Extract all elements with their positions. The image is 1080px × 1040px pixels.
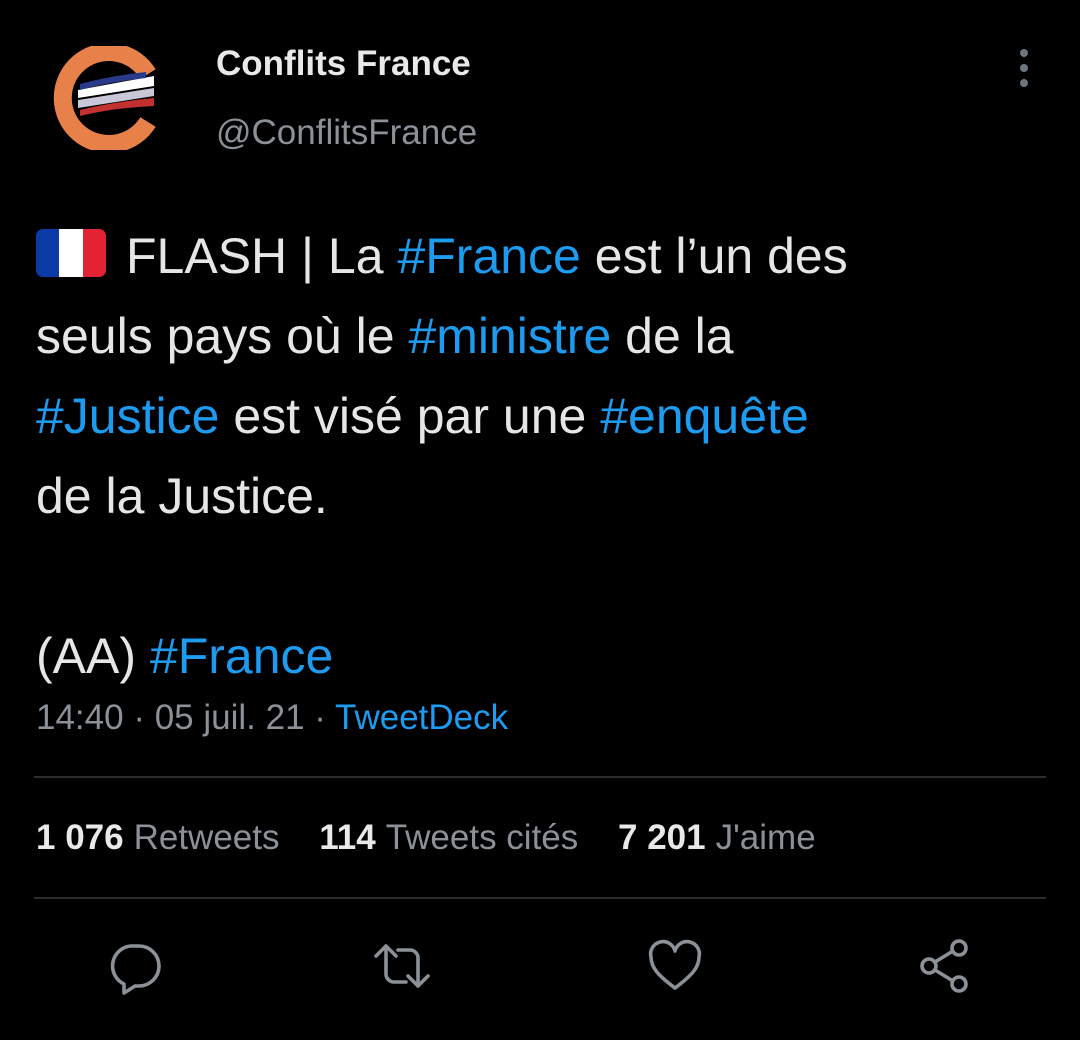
reply-button[interactable] <box>105 936 165 996</box>
retweets-count: 1 076 <box>36 818 124 857</box>
divider <box>34 776 1046 778</box>
tweet-text-segment: seuls pays où le <box>36 308 409 364</box>
divider <box>34 897 1046 899</box>
like-icon <box>648 939 702 990</box>
retweets-stat[interactable]: 1 076 Retweets <box>36 818 280 858</box>
hashtag-link[interactable]: #France <box>150 628 333 684</box>
tweet-line: (AA) #France <box>36 616 1046 696</box>
retweets-label: Retweets <box>133 818 280 857</box>
hashtag-link[interactable]: #ministre <box>408 308 611 364</box>
tweet-text-segment: de la <box>611 308 734 364</box>
tweet-text-segment: est visé par une <box>219 388 601 444</box>
quotes-label: Tweets cités <box>385 818 579 857</box>
like-button[interactable] <box>645 936 705 996</box>
more-options-icon[interactable] <box>1010 46 1038 90</box>
tweet-text-segment: FLASH | La <box>126 228 398 284</box>
tweet-line: de la Justice. <box>36 468 328 524</box>
tweet-text-segment: est l’un des <box>580 228 848 284</box>
author-handle[interactable]: @ConflitsFrance <box>216 113 477 153</box>
quote-tweets-stat[interactable]: 114 Tweets cités <box>319 818 578 858</box>
france-flag-icon <box>36 229 106 277</box>
share-icon <box>920 939 968 993</box>
hashtag-link[interactable]: #enquête <box>600 388 809 444</box>
likes-stat[interactable]: 7 201 J'aime <box>618 818 816 858</box>
tweet-line: FLASH | La #France est l’un des <box>36 216 1046 296</box>
likes-label: J'aime <box>715 818 816 857</box>
avatar[interactable] <box>50 43 162 153</box>
reply-icon <box>110 944 161 995</box>
meta-separator: · <box>304 698 336 737</box>
tweet-header: Conflits France @ConflitsFrance <box>0 0 1080 180</box>
retweet-icon <box>374 944 430 988</box>
meta-separator: · <box>123 698 155 737</box>
retweet-button[interactable] <box>372 936 432 996</box>
hashtag-link[interactable]: #Justice <box>36 388 219 444</box>
tweet-stats: 1 076 Retweets 114 Tweets cités 7 201 J'aim… <box>36 818 846 858</box>
likes-count: 7 201 <box>618 818 706 857</box>
tweet-date: 05 juil. 21 <box>154 698 305 737</box>
tweet-source-link[interactable]: TweetDeck <box>335 698 508 737</box>
hashtag-link[interactable]: #France <box>397 228 580 284</box>
conflits-france-logo-icon <box>53 43 156 153</box>
tweet-time: 14:40 <box>36 698 124 737</box>
tweet-text: FLASH | La #France est l’un des seuls pa… <box>36 216 1046 696</box>
tweet-line: #Justice est visé par une #enquête <box>36 376 1046 456</box>
author-display-name[interactable]: Conflits France <box>216 44 471 84</box>
tweet-line: seuls pays où le #ministre de la <box>36 296 1046 376</box>
tweet-meta: 14:40 · 05 juil. 21 · TweetDeck <box>36 698 508 738</box>
tweet-text-segment: (AA) <box>36 628 150 684</box>
share-button[interactable] <box>915 936 975 996</box>
quotes-count: 114 <box>319 818 376 857</box>
